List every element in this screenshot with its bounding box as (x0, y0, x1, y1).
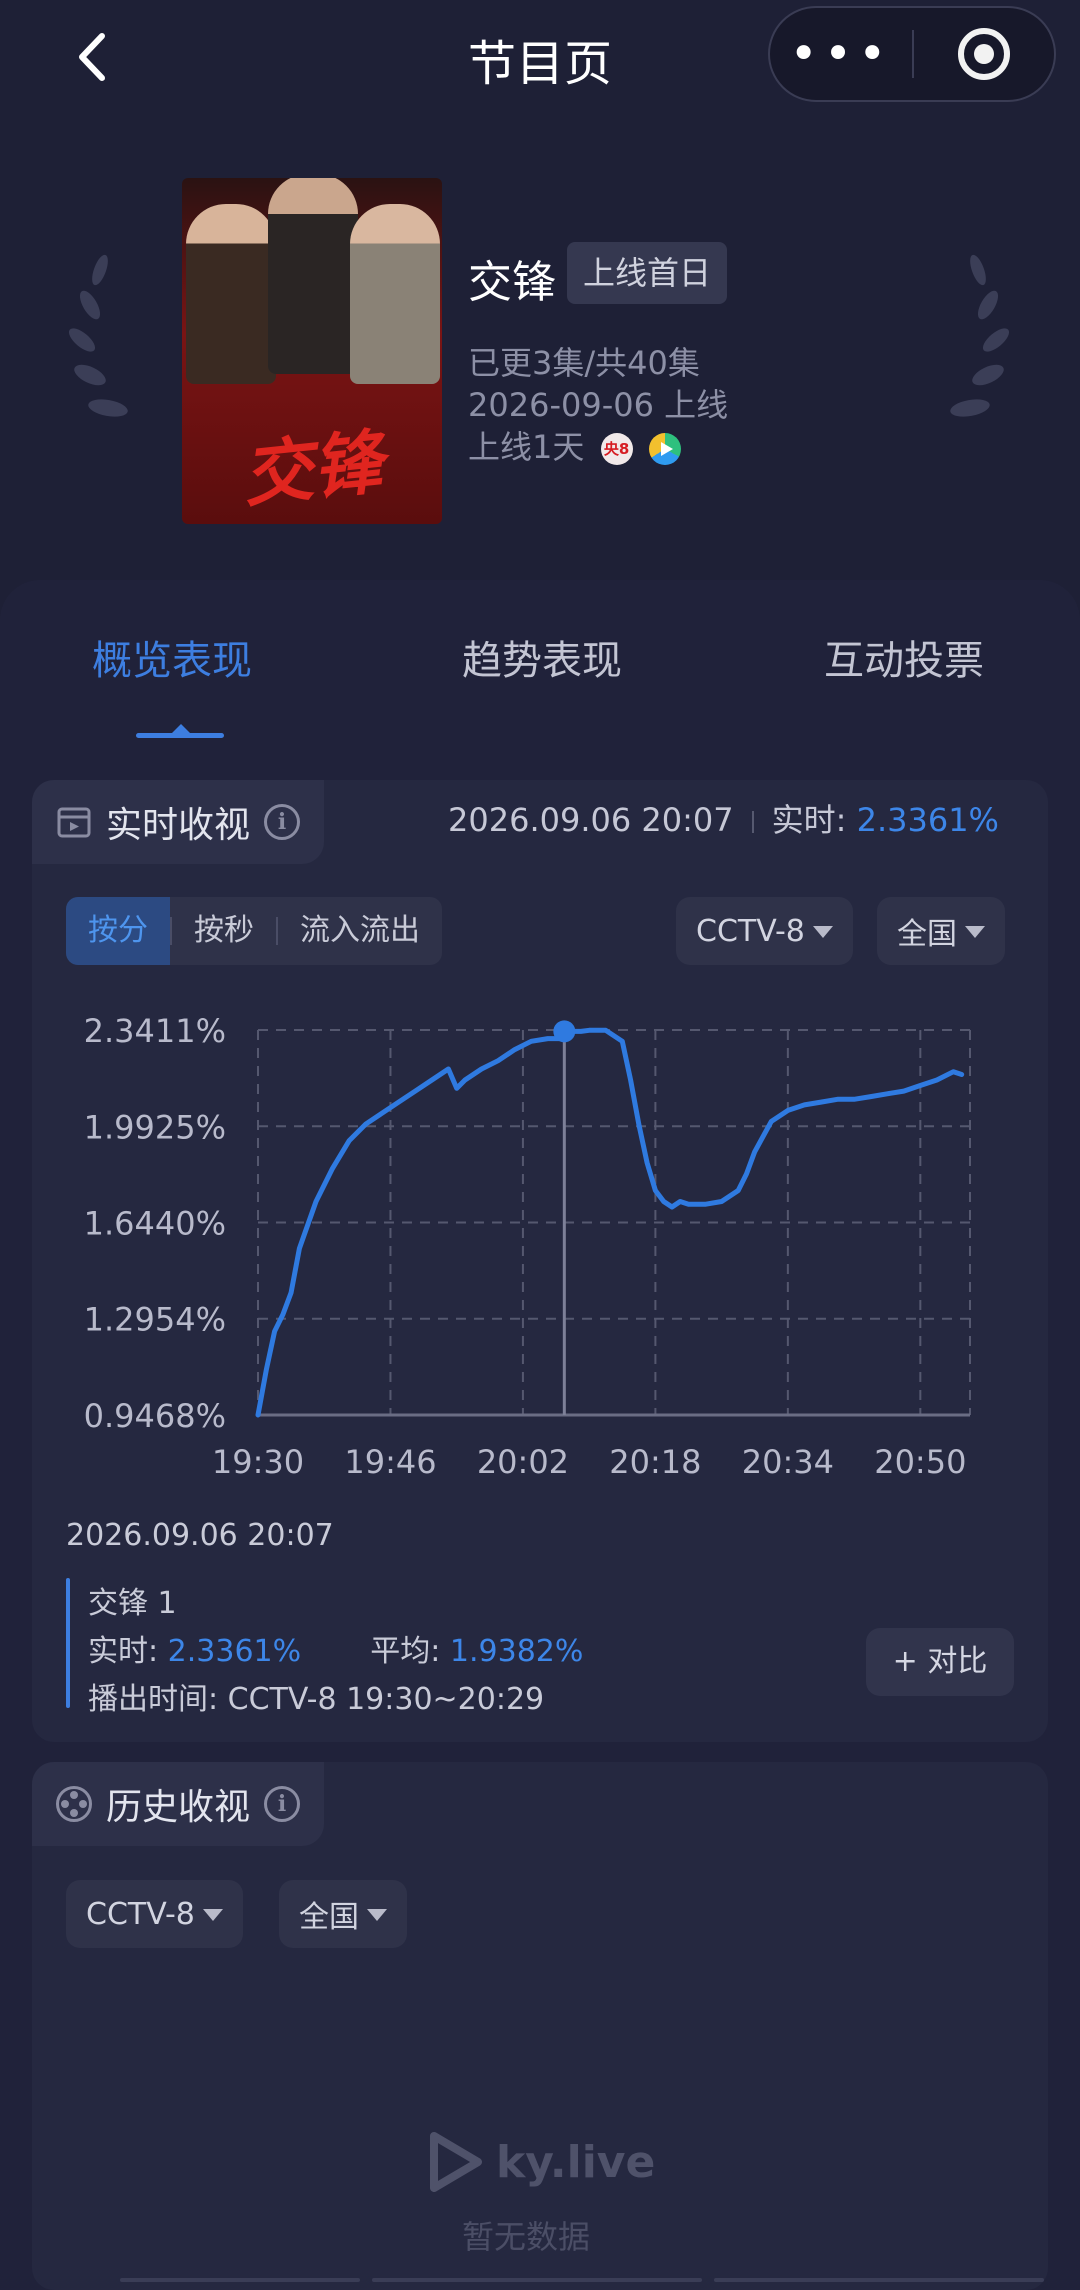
detail-date: 2026.09.06 20:07 (66, 1518, 334, 1553)
air-time-value: CCTV-8 19:30~20:29 (227, 1682, 545, 1717)
realtime-timestamp: 2026.09.06 20:07 (448, 801, 734, 839)
live-value: 2.3361% (856, 801, 999, 839)
days-online: 上线1天 (468, 428, 585, 466)
history-channel-dropdown[interactable]: CCTV-8 (66, 1880, 243, 1948)
y-tick-label: 1.6440% (84, 1204, 226, 1242)
more-menu-button[interactable]: ••• (770, 30, 912, 78)
detail-live-label: 实时: (88, 1634, 159, 1669)
realtime-status-row: 2026.09.06 20:07 实时: 2.3361% (448, 795, 999, 841)
launch-date: 2026-09-06 上线 (468, 386, 729, 424)
video-platform-icon (648, 433, 681, 465)
info-icon[interactable]: i (264, 1786, 301, 1822)
segment-by-second[interactable]: 按秒 (172, 897, 276, 965)
history-region-value: 全国 (299, 1900, 359, 1935)
history-card-header: 历史收视 i (32, 1762, 325, 1846)
realtime-title: 实时收视 (106, 805, 251, 846)
detail-air-time-row: 播出时间: CCTV-8 19:30~20:29 (88, 1674, 544, 1718)
detail-program: 交锋 1 (88, 1586, 177, 1621)
tab-overview[interactable]: 概览表现 (92, 628, 252, 686)
watermark-brand: ky.live (496, 2136, 656, 2188)
segment-by-minute[interactable]: 按分 (66, 897, 170, 965)
highlight-point (553, 1020, 576, 1043)
laurel-left-icon (68, 254, 128, 417)
caret-down-icon (965, 926, 985, 938)
x-tick-label: 20:50 (874, 1443, 966, 1481)
air-time-label: 播出时间: (88, 1682, 219, 1717)
status-badge: 上线首日 (567, 242, 728, 304)
poster-title-art: 交锋 (238, 419, 387, 518)
tab-indicator-notch (172, 724, 190, 733)
days-online-row: 上线1天 央8 (468, 422, 681, 468)
more-dots-icon: ••• (789, 26, 893, 82)
cctv8-channel-icon: 央8 (600, 433, 633, 465)
history-channel-value: CCTV-8 (86, 1896, 195, 1932)
channel-dropdown[interactable]: CCTV-8 (676, 897, 853, 965)
y-tick-label: 1.2954% (84, 1301, 226, 1339)
detail-avg-label: 平均: (370, 1634, 441, 1669)
y-tick-label: 0.9468% (84, 1397, 226, 1435)
film-reel-icon (56, 1786, 92, 1822)
compare-button[interactable]: + 对比 (866, 1628, 1014, 1696)
segment-flow[interactable]: 流入流出 (278, 897, 442, 965)
realtime-line-chart[interactable]: 2.3411% 1.9925% 1.6440% 1.2954% 0.9468% 19:30… (40, 995, 1000, 1495)
film-clip-icon (57, 807, 91, 838)
close-mini-program-button[interactable] (914, 28, 1054, 80)
ky-live-logo-icon (430, 2132, 482, 2192)
tab-indicator (136, 733, 224, 738)
caret-down-icon (202, 1909, 223, 1921)
info-icon[interactable]: i (264, 804, 301, 840)
episode-count: 已更3集/共40集 (468, 344, 700, 382)
detail-accent-bar (66, 1578, 70, 1708)
y-tick-label: 2.3411% (84, 1012, 226, 1050)
detail-live-value: 2.3361% (167, 1634, 302, 1669)
watermark-logo: ky.live (428, 2132, 655, 2192)
x-tick-label: 20:18 (609, 1443, 701, 1481)
detail-avg-value: 1.9382% (449, 1634, 584, 1669)
caret-down-icon (812, 926, 833, 938)
caret-down-icon (367, 1909, 387, 1921)
top-nav-bar: 节目页 ••• (0, 0, 1080, 115)
laurel-right-icon (950, 254, 1010, 417)
tab-vote[interactable]: 互动投票 (824, 628, 984, 686)
tab-trend[interactable]: 趋势表现 (462, 628, 622, 686)
show-poster[interactable]: 交锋 (182, 178, 442, 524)
realtime-card-header: 实时收视 i (32, 780, 325, 864)
show-name: 交锋 (468, 257, 556, 308)
x-tick-label: 20:02 (477, 1443, 569, 1481)
history-region-dropdown[interactable]: 全国 (279, 1880, 407, 1948)
x-tick-label: 19:30 (212, 1443, 304, 1481)
channel-dropdown-value: CCTV-8 (696, 913, 805, 949)
empty-state-text: 暂无数据 (462, 2218, 591, 2256)
region-dropdown-value: 全国 (897, 917, 957, 952)
history-ratings-card: 历史收视 i (32, 1762, 1048, 2290)
y-tick-label: 1.9925% (84, 1108, 226, 1146)
target-icon (958, 28, 1010, 80)
x-tick-label: 20:34 (742, 1443, 834, 1481)
history-title: 历史收视 (106, 1787, 251, 1828)
mini-program-capsule: ••• (768, 6, 1056, 102)
granularity-segmented-control: 按分 按秒 流入流出 (66, 897, 442, 965)
x-tick-label: 19:46 (344, 1443, 436, 1481)
region-dropdown[interactable]: 全国 (877, 897, 1005, 965)
live-label: 实时: (771, 801, 847, 839)
detail-values-row: 实时: 2.3361% 平均: 1.9382% (88, 1626, 583, 1670)
